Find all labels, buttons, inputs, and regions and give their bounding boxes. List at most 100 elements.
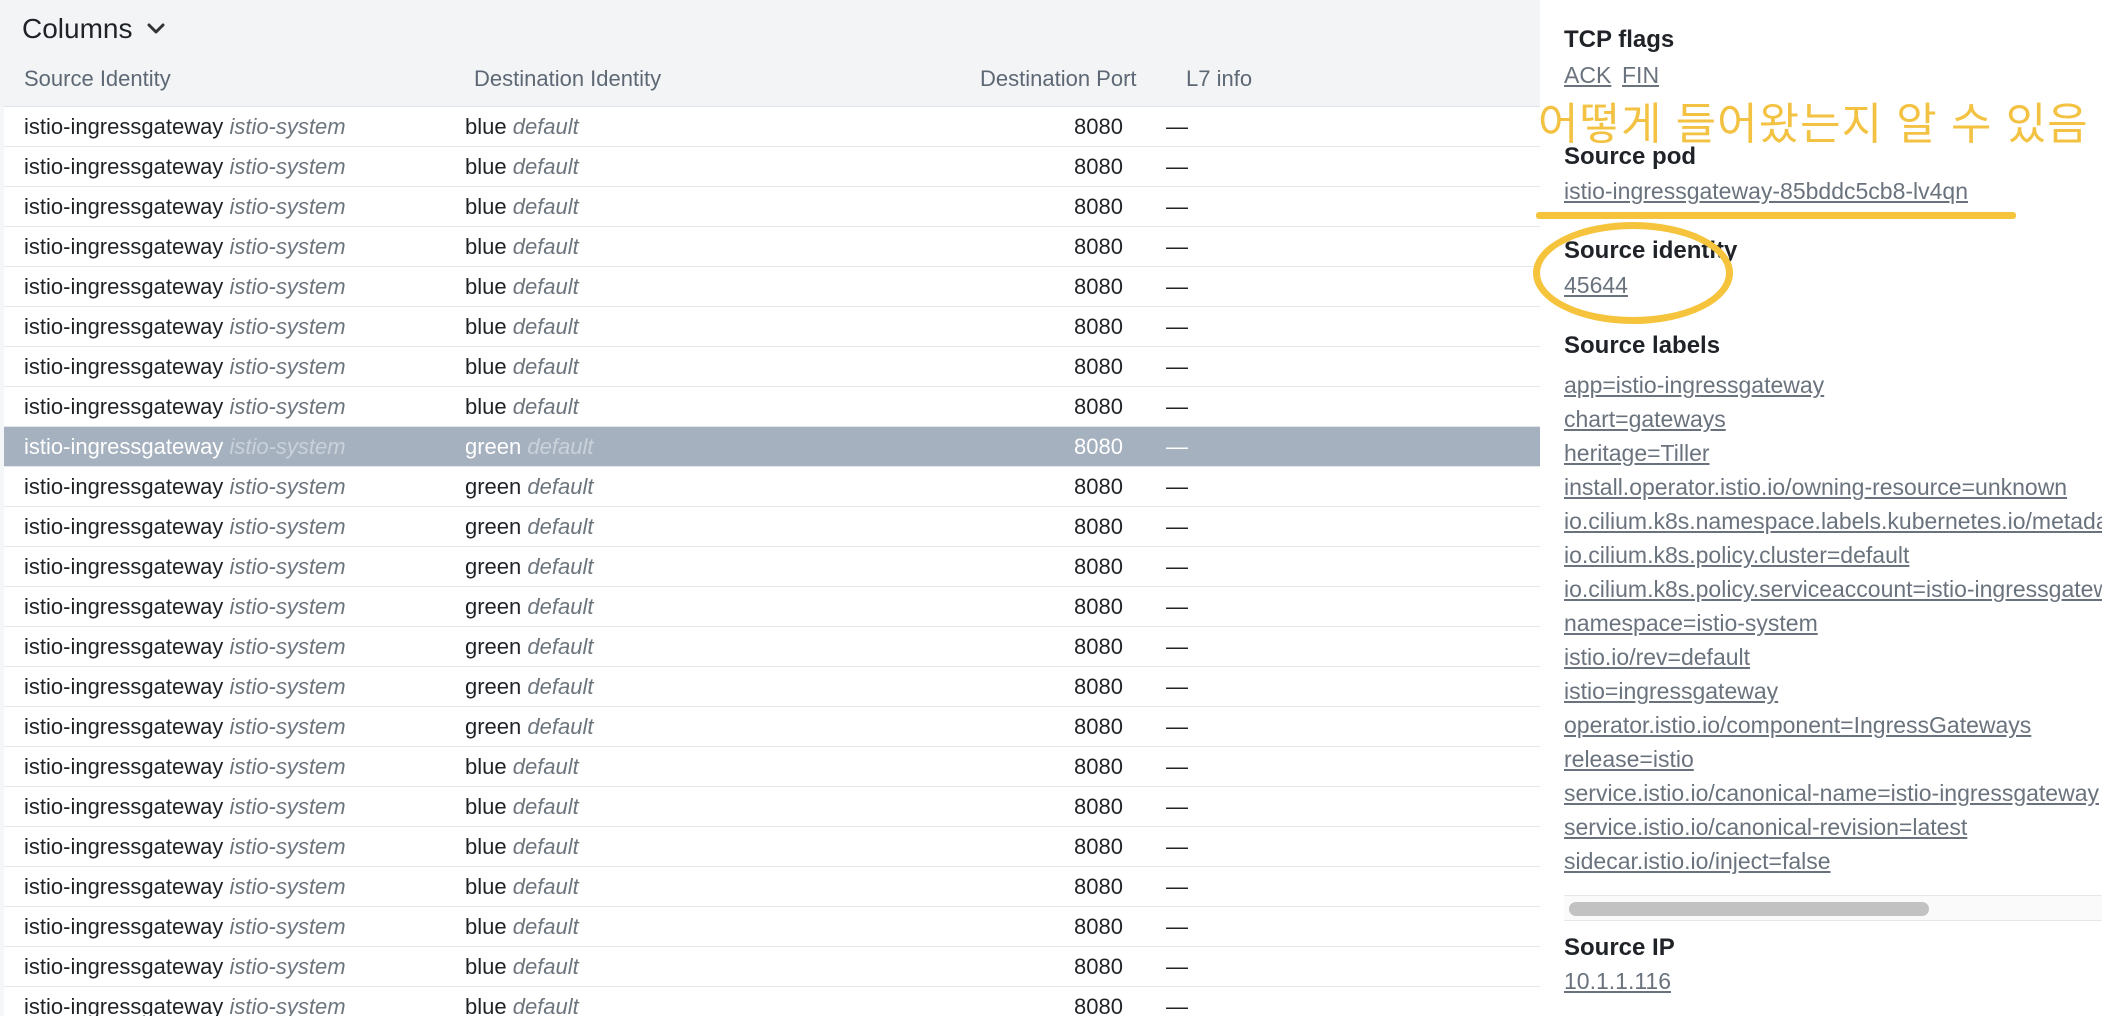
l7-value: —	[1166, 874, 1188, 899]
port-value: 8080	[1074, 594, 1123, 619]
column-header-source-identity[interactable]: Source Identity	[24, 66, 171, 92]
table-row[interactable]: istio-ingressgateway istio-system blue de…	[4, 987, 1540, 1016]
identity-name: istio-ingressgateway	[24, 314, 224, 339]
destination-identity-cell: blue default	[465, 907, 579, 946]
source-identity-cell: istio-ingressgateway istio-system	[24, 107, 346, 146]
destination-port-cell: 8080	[1074, 547, 1123, 586]
l7-value: —	[1166, 994, 1188, 1016]
tcp-flag-ack[interactable]: ACK	[1564, 62, 1611, 89]
table-row[interactable]: istio-ingressgateway istio-system blue de…	[4, 907, 1540, 947]
namespace-label: default	[527, 634, 594, 659]
table-row[interactable]: istio-ingressgateway istio-system green d…	[4, 627, 1540, 667]
scrollbar-thumb[interactable]	[1569, 902, 1929, 916]
l7-value: —	[1166, 754, 1188, 779]
table-row[interactable]: istio-ingressgateway istio-system blue de…	[4, 347, 1540, 387]
destination-identity-cell: blue default	[465, 987, 579, 1016]
identity-name: green	[465, 594, 522, 619]
table-row[interactable]: istio-ingressgateway istio-system blue de…	[4, 147, 1540, 187]
table-row[interactable]: istio-ingressgateway istio-system blue de…	[4, 867, 1540, 907]
column-header-l7-info[interactable]: L7 info	[1186, 66, 1252, 92]
source-label-link[interactable]: service.istio.io/canonical-revision=late…	[1564, 810, 2102, 844]
table-row[interactable]: istio-ingressgateway istio-system blue de…	[4, 107, 1540, 147]
table-row[interactable]: istio-ingressgateway istio-system blue de…	[4, 947, 1540, 987]
table-row[interactable]: istio-ingressgateway istio-system blue de…	[4, 307, 1540, 347]
port-value: 8080	[1074, 994, 1123, 1016]
identity-name: green	[465, 714, 522, 739]
destination-identity-cell: blue default	[465, 187, 579, 226]
identity-name: istio-ingressgateway	[24, 794, 224, 819]
source-label-link[interactable]: namespace=istio-system	[1564, 606, 2102, 640]
l7-info-cell: —	[1166, 547, 1188, 586]
source-label-link[interactable]: chart=gateways	[1564, 402, 2102, 436]
destination-identity-cell: green default	[465, 707, 593, 746]
destination-identity-cell: green default	[465, 587, 593, 626]
source-label-link[interactable]: istio.io/rev=default	[1564, 640, 2102, 674]
identity-name: istio-ingressgateway	[24, 194, 224, 219]
destination-port-cell: 8080	[1074, 667, 1123, 706]
namespace-label: istio-system	[229, 754, 346, 779]
source-labels-scrollbar[interactable]	[1564, 895, 2102, 921]
table-row[interactable]: istio-ingressgateway istio-system green d…	[4, 507, 1540, 547]
source-identity-cell: istio-ingressgateway istio-system	[24, 787, 346, 826]
source-label-link[interactable]: io.cilium.k8s.policy.cluster=default	[1564, 538, 2102, 572]
source-label-link[interactable]: istio=ingressgateway	[1564, 674, 2102, 708]
source-identity-cell: istio-ingressgateway istio-system	[24, 507, 346, 546]
source-label-link[interactable]: release=istio	[1564, 742, 2102, 776]
table-row[interactable]: istio-ingressgateway istio-system blue de…	[4, 827, 1540, 867]
l7-value: —	[1166, 914, 1188, 939]
identity-name: istio-ingressgateway	[24, 434, 224, 459]
table-row[interactable]: istio-ingressgateway istio-system green d…	[4, 667, 1540, 707]
identity-name: green	[465, 554, 522, 579]
source-label-link[interactable]: io.cilium.k8s.namespace.labels.kubernete…	[1564, 504, 2102, 538]
table-row[interactable]: istio-ingressgateway istio-system green d…	[4, 587, 1540, 627]
source-label-link[interactable]: io.cilium.k8s.policy.serviceaccount=isti…	[1564, 572, 2102, 606]
source-label-link[interactable]: operator.istio.io/component=IngressGatew…	[1564, 708, 2102, 742]
namespace-label: istio-system	[229, 234, 346, 259]
destination-port-cell: 8080	[1074, 787, 1123, 826]
identity-name: blue	[465, 154, 507, 179]
table-row[interactable]: istio-ingressgateway istio-system green d…	[4, 547, 1540, 587]
l7-info-cell: —	[1166, 307, 1188, 346]
namespace-label: istio-system	[229, 434, 346, 459]
l7-value: —	[1166, 834, 1188, 859]
port-value: 8080	[1074, 194, 1123, 219]
source-pod-value[interactable]: istio-ingressgateway-85bddc5cb8-lv4qn	[1564, 178, 1968, 205]
destination-port-cell: 8080	[1074, 147, 1123, 186]
flows-table-header-bar: Columns Source Identity Destination Iden…	[0, 0, 1540, 106]
tcp-flag-fin[interactable]: FIN	[1622, 62, 1659, 89]
table-row[interactable]: istio-ingressgateway istio-system blue de…	[4, 787, 1540, 827]
table-row[interactable]: istio-ingressgateway istio-system blue de…	[4, 267, 1540, 307]
source-identity-cell: istio-ingressgateway istio-system	[24, 667, 346, 706]
namespace-label: default	[512, 834, 579, 859]
namespace-label: default	[527, 474, 594, 499]
table-row[interactable]: istio-ingressgateway istio-system blue de…	[4, 187, 1540, 227]
source-label-link[interactable]: service.istio.io/canonical-name=istio-in…	[1564, 776, 2102, 810]
destination-port-cell: 8080	[1074, 867, 1123, 906]
source-label-link[interactable]: app=istio-ingressgateway	[1564, 368, 2102, 402]
namespace-label: default	[512, 194, 579, 219]
table-row[interactable]: istio-ingressgateway istio-system green d…	[4, 467, 1540, 507]
source-label-link[interactable]: heritage=Tiller	[1564, 436, 2102, 470]
destination-port-cell: 8080	[1074, 427, 1123, 466]
l7-info-cell: —	[1166, 147, 1188, 186]
table-row[interactable]: istio-ingressgateway istio-system green d…	[4, 707, 1540, 747]
source-identity-cell: istio-ingressgateway istio-system	[24, 267, 346, 306]
column-header-destination-port[interactable]: Destination Port	[980, 66, 1137, 92]
table-row[interactable]: istio-ingressgateway istio-system blue de…	[4, 747, 1540, 787]
table-row[interactable]: istio-ingressgateway istio-system blue de…	[4, 387, 1540, 427]
identity-name: istio-ingressgateway	[24, 274, 224, 299]
identity-name: istio-ingressgateway	[24, 154, 224, 179]
columns-button[interactable]: Columns	[22, 10, 166, 48]
source-ip-value[interactable]: 10.1.1.116	[1564, 968, 1671, 995]
source-label-link[interactable]: install.operator.istio.io/owning-resourc…	[1564, 470, 2102, 504]
l7-info-cell: —	[1166, 107, 1188, 146]
source-label-link[interactable]: sidecar.istio.io/inject=false	[1564, 844, 2102, 878]
column-header-destination-identity[interactable]: Destination Identity	[474, 66, 661, 92]
destination-identity-cell: blue default	[465, 267, 579, 306]
namespace-label: istio-system	[229, 914, 346, 939]
namespace-label: default	[512, 954, 579, 979]
destination-port-cell: 8080	[1074, 227, 1123, 266]
table-row[interactable]: istio-ingressgateway istio-system green d…	[4, 427, 1540, 467]
destination-identity-cell: blue default	[465, 947, 579, 986]
table-row[interactable]: istio-ingressgateway istio-system blue de…	[4, 227, 1540, 267]
